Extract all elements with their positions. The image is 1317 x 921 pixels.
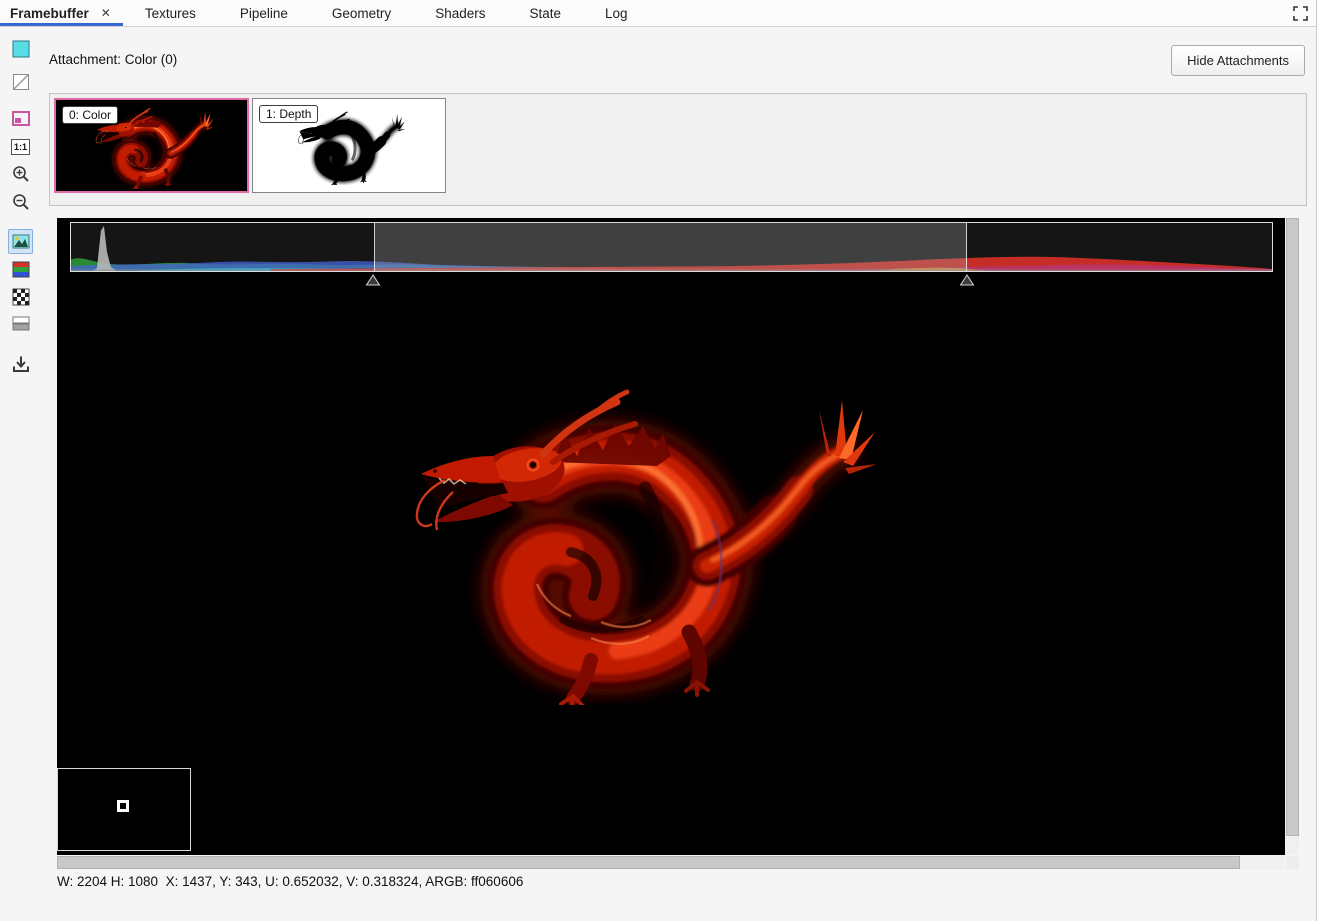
tab-label: Framebuffer <box>10 6 89 21</box>
background-color-button[interactable] <box>8 36 33 61</box>
histogram-handles-row <box>70 273 1273 286</box>
vertical-scrollbar[interactable] <box>1286 218 1299 855</box>
fit-window-icon <box>11 109 31 129</box>
picked-pixel-marker <box>117 800 129 812</box>
zoom-out-icon <box>11 192 31 212</box>
tab-shaders[interactable]: Shaders <box>413 0 507 26</box>
save-icon <box>11 354 31 374</box>
rgb-channels-button[interactable] <box>8 257 33 282</box>
histogram-handle-right[interactable] <box>960 273 975 285</box>
attachment-thumbnail-depth[interactable]: 1: Depth <box>252 98 446 193</box>
attachment-badge: 0: Color <box>62 106 118 124</box>
fullscreen-icon[interactable] <box>1292 5 1309 22</box>
split-view-button[interactable] <box>8 311 33 336</box>
tab-bar: Framebuffer ✕ Textures Pipeline Geometry… <box>0 0 1316 27</box>
pixel-status-text: W: 2204 H: 1080 X: 1437, Y: 343, U: 0.65… <box>57 869 523 895</box>
scrollbar-corner <box>1286 856 1299 869</box>
attachments-strip: 0: Color 1: Depth <box>49 93 1307 206</box>
framebuffer-viewer-window: Framebuffer ✕ Textures Pipeline Geometry… <box>0 0 1317 921</box>
tab-geometry[interactable]: Geometry <box>310 0 413 26</box>
texture-viewport[interactable] <box>57 218 1285 855</box>
tab-pipeline[interactable]: Pipeline <box>218 0 310 26</box>
attachment-badge: 1: Depth <box>259 105 318 123</box>
pixel-context-preview <box>57 768 191 851</box>
alpha-checker-button[interactable] <box>8 284 33 309</box>
horizontal-scrollbar[interactable] <box>57 856 1285 869</box>
attachment-thumbnail-color[interactable]: 0: Color <box>54 98 249 193</box>
zoom-one-to-one-button[interactable]: 1:1 <box>8 134 33 159</box>
attachment-label: Attachment: Color (0) <box>49 52 177 67</box>
dragon-render <box>395 370 875 705</box>
histogram-handle-left[interactable] <box>366 273 381 285</box>
no-background-button[interactable] <box>8 69 33 94</box>
zoom-out-button[interactable] <box>8 189 33 214</box>
zoom-in-icon <box>11 164 31 184</box>
checkerboard-icon <box>11 287 31 307</box>
viewer-toolbar: 1:1 <box>0 28 42 921</box>
one-to-one-icon: 1:1 <box>11 139 30 155</box>
vertical-scrollbar-thumb[interactable] <box>1286 218 1299 836</box>
tab-textures[interactable]: Textures <box>123 0 218 26</box>
histogram-selection[interactable] <box>374 223 967 271</box>
fit-to-window-button[interactable] <box>8 106 33 131</box>
tab-framebuffer[interactable]: Framebuffer ✕ <box>0 0 123 26</box>
tab-state[interactable]: State <box>507 0 583 26</box>
hide-attachments-button[interactable]: Hide Attachments <box>1171 45 1305 76</box>
horizontal-scrollbar-thumb[interactable] <box>57 856 1240 869</box>
zoom-in-button[interactable] <box>8 161 33 186</box>
close-tab-icon[interactable]: ✕ <box>101 6 111 20</box>
split-view-icon <box>11 314 31 333</box>
background-color-icon <box>11 39 31 59</box>
rgb-channels-icon <box>11 260 31 279</box>
tab-log[interactable]: Log <box>583 0 650 26</box>
histogram-range-control[interactable] <box>70 222 1273 272</box>
no-background-icon <box>11 72 31 92</box>
display-image-button[interactable] <box>8 229 33 254</box>
save-image-button[interactable] <box>8 351 33 376</box>
image-display-icon <box>11 233 31 251</box>
